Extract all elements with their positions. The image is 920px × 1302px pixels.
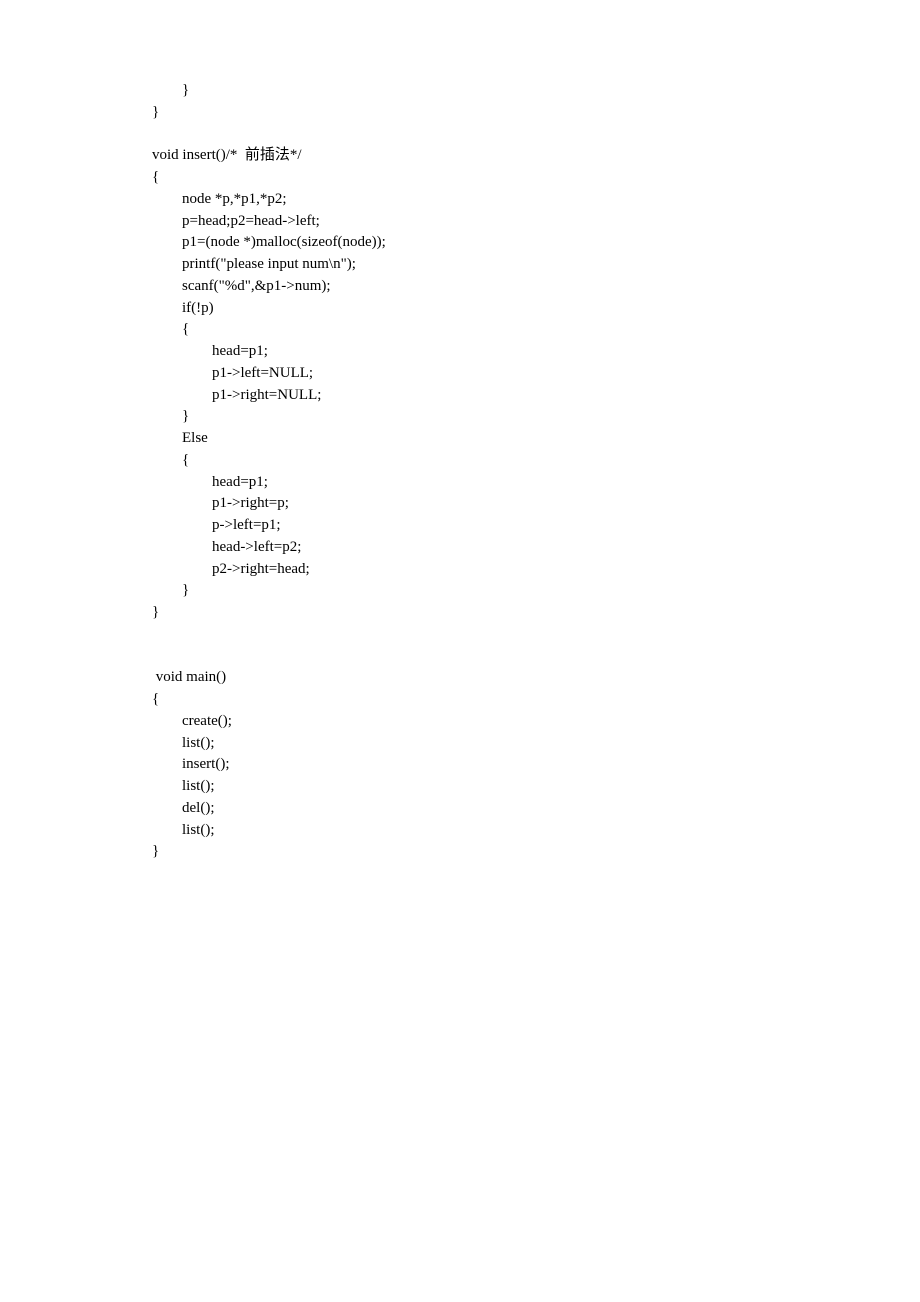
code-line: } — [152, 408, 189, 424]
code-line: p1->right=NULL; — [152, 387, 321, 403]
code-line: } — [152, 82, 189, 98]
code-line: p1->right=p; — [152, 495, 289, 511]
code-line: list(); — [152, 735, 215, 751]
code-line: del(); — [152, 800, 214, 816]
code-line: { — [152, 452, 189, 468]
code-line: void insert()/* 前插法*/ — [152, 147, 302, 163]
code-line: create(); — [152, 713, 232, 729]
code-line: list(); — [152, 822, 215, 838]
code-line: p=head;p2=head->left; — [152, 213, 320, 229]
code-line: head=p1; — [152, 343, 268, 359]
code-line: p2->right=head; — [152, 561, 310, 577]
code-line: } — [152, 582, 189, 598]
code-line: { — [152, 691, 159, 707]
code-line: head=p1; — [152, 474, 268, 490]
code-line: { — [152, 321, 189, 337]
code-line: { — [152, 169, 159, 185]
code-line: p1->left=NULL; — [152, 365, 313, 381]
code-line: insert(); — [152, 756, 229, 772]
code-line: Else — [152, 430, 208, 446]
code-line: p1=(node *)malloc(sizeof(node)); — [152, 234, 386, 250]
code-line: } — [152, 604, 159, 620]
code-line: head->left=p2; — [152, 539, 301, 555]
code-line: } — [152, 104, 159, 120]
code-line: scanf("%d",&p1->num); — [152, 278, 331, 294]
code-line: } — [152, 843, 159, 859]
code-line: p->left=p1; — [152, 517, 281, 533]
code-line: printf("please input num\n"); — [152, 256, 356, 272]
code-line: void main() — [152, 669, 226, 685]
code-line: if(!p) — [152, 300, 214, 316]
code-line: list(); — [152, 778, 215, 794]
code-line: node *p,*p1,*p2; — [152, 191, 287, 207]
code-block: } } void insert()/* 前插法*/ { node *p,*p1,… — [0, 0, 920, 863]
